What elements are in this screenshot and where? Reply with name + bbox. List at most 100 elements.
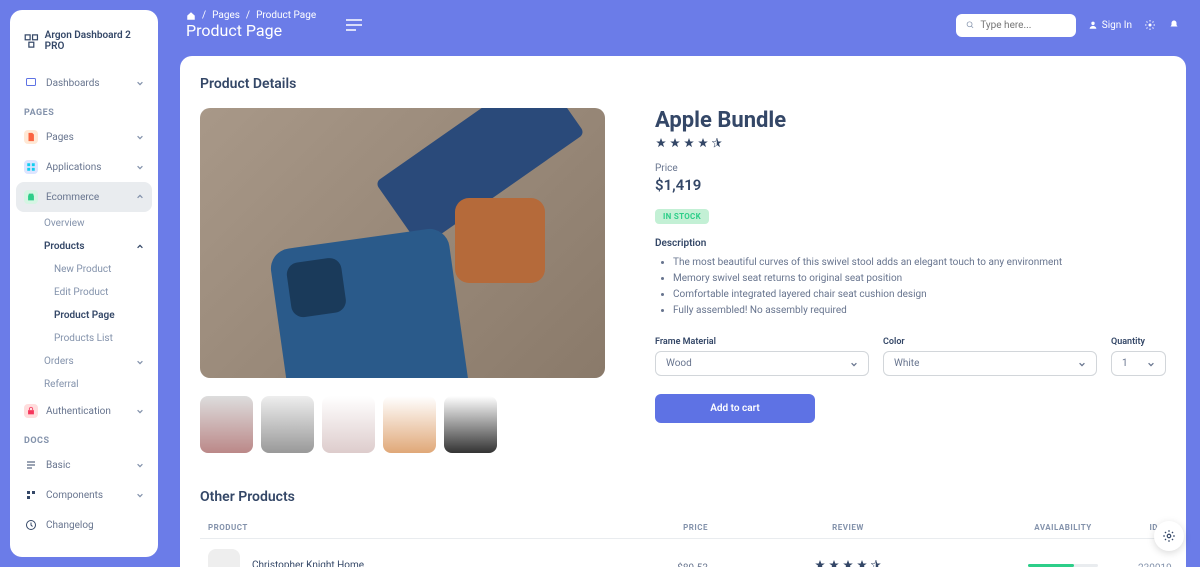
sidebar-sub-referral[interactable]: Referral: [10, 373, 158, 396]
star-icon: [655, 137, 667, 149]
sidebar-item-label: Dashboards: [46, 78, 100, 89]
qty-select[interactable]: 1: [1111, 351, 1166, 376]
sidebar-item-authentication[interactable]: Authentication: [10, 396, 158, 426]
thumb-3[interactable]: [322, 396, 375, 453]
sidebar-sub-orders[interactable]: Orders: [10, 350, 158, 373]
search-input[interactable]: [980, 20, 1065, 31]
star-half-icon: [711, 137, 723, 149]
bell-icon[interactable]: [1168, 19, 1180, 31]
desc-item: The most beautiful curves of this swivel…: [673, 255, 1166, 271]
nav-section-docs: DOCS: [10, 426, 158, 450]
product-name: Apple Bundle: [655, 108, 1166, 133]
th-product: PRODUCT: [208, 523, 618, 532]
frame-material-group: Frame Material Wood: [655, 337, 869, 376]
product-main-image[interactable]: [200, 108, 605, 378]
sidebar-item-dashboards[interactable]: Dashboards: [10, 68, 158, 98]
sidebar-sub-edit-product[interactable]: Edit Product: [10, 281, 158, 304]
sidebar: Argon Dashboard 2 PRO Dashboards PAGES P…: [10, 10, 158, 557]
breadcrumb-group[interactable]: Pages: [212, 10, 240, 21]
main: / Pages / Product Page Product Page Sign…: [166, 0, 1200, 567]
chevron-down-icon: [136, 163, 144, 171]
sidebar-item-label: Components: [46, 490, 103, 501]
settings-fab[interactable]: [1154, 521, 1184, 551]
star-icon: [683, 137, 695, 149]
sidebar-sub-products-list[interactable]: Products List: [10, 327, 158, 350]
row-product-image: [208, 549, 240, 567]
thumb-1[interactable]: [200, 396, 253, 453]
product-rating: [655, 137, 1166, 149]
product-gallery: [200, 108, 605, 453]
frame-label: Frame Material: [655, 337, 869, 347]
desc-item: Comfortable integrated layered chair sea…: [673, 287, 1166, 303]
components-icon: [24, 488, 38, 502]
breadcrumb-current: Product Page: [256, 10, 316, 21]
sidebar-sub-overview[interactable]: Overview: [10, 212, 158, 235]
table-row[interactable]: Christopher Knight Home $89.53 230019: [200, 539, 1166, 567]
color-label: Color: [883, 337, 1097, 347]
sidebar-item-changelog[interactable]: Changelog: [10, 510, 158, 540]
row-product-name: Christopher Knight Home: [252, 560, 364, 567]
product-info: Apple Bundle Price $1,419 IN STOCK Descr…: [655, 108, 1166, 453]
star-icon: [856, 559, 868, 567]
th-price: PRICE: [618, 523, 708, 532]
sidebar-item-label: Changelog: [46, 520, 94, 531]
sidebar-item-pages[interactable]: Pages: [10, 122, 158, 152]
page-title: Product Page: [186, 21, 282, 40]
sidebar-sub-products[interactable]: Products: [10, 235, 158, 258]
sidebar-item-ecommerce[interactable]: Ecommerce: [16, 182, 152, 212]
breadcrumb-block: / Pages / Product Page Product Page: [186, 10, 316, 40]
star-icon: [669, 137, 681, 149]
thumb-4[interactable]: [383, 396, 436, 453]
price-label: Price: [655, 163, 1166, 174]
basic-icon: [24, 458, 38, 472]
ecommerce-icon: [24, 190, 38, 204]
sidebar-sub-new-product[interactable]: New Product: [10, 258, 158, 281]
star-half-icon: [870, 559, 882, 567]
chevron-down-icon: [136, 491, 144, 499]
nav-section-pages: PAGES: [10, 98, 158, 122]
chevron-down-icon: [136, 407, 144, 415]
quantity-group: Quantity 1: [1111, 337, 1166, 376]
chevron-down-icon: [1078, 360, 1086, 368]
chevron-down-icon: [136, 358, 144, 366]
sidebar-item-label: Ecommerce: [46, 192, 99, 203]
sidebar-item-label: Pages: [46, 132, 74, 143]
stock-badge: IN STOCK: [655, 209, 709, 224]
thumb-2[interactable]: [261, 396, 314, 453]
color-select[interactable]: White: [883, 351, 1097, 376]
sidebar-item-label: Basic: [46, 460, 71, 471]
other-products-title: Other Products: [200, 489, 1166, 505]
logo-text: Argon Dashboard 2 PRO: [45, 30, 144, 52]
chevron-down-icon: [136, 133, 144, 141]
color-group: Color White: [883, 337, 1097, 376]
logo[interactable]: Argon Dashboard 2 PRO: [10, 22, 158, 68]
gear-icon[interactable]: [1144, 19, 1156, 31]
sidebar-item-applications[interactable]: Applications: [10, 152, 158, 182]
hamburger-icon: [346, 19, 362, 31]
signin-link[interactable]: Sign In: [1088, 20, 1132, 31]
breadcrumb: / Pages / Product Page: [186, 10, 316, 21]
sidebar-toggle[interactable]: [346, 16, 362, 35]
th-review: REVIEW: [708, 523, 988, 532]
home-icon[interactable]: [186, 11, 196, 21]
applications-icon: [24, 160, 38, 174]
sidebar-item-label: Authentication: [46, 406, 111, 417]
chevron-down-icon: [136, 79, 144, 87]
frame-select[interactable]: Wood: [655, 351, 869, 376]
thumb-5[interactable]: [444, 396, 497, 453]
price-value: $1,419: [655, 176, 1166, 194]
sidebar-sub-product-page[interactable]: Product Page: [10, 304, 158, 327]
star-icon: [828, 559, 840, 567]
dashboards-icon: [24, 76, 38, 90]
star-icon: [814, 559, 826, 567]
chevron-up-icon: [136, 243, 144, 251]
add-to-cart-button[interactable]: Add to cart: [655, 394, 815, 423]
chevron-down-icon: [136, 461, 144, 469]
sidebar-item-basic[interactable]: Basic: [10, 450, 158, 480]
changelog-icon: [24, 518, 38, 532]
search-box[interactable]: [956, 14, 1076, 37]
pages-icon: [24, 130, 38, 144]
th-availability: AVAILABILITY: [988, 523, 1138, 532]
qty-label: Quantity: [1111, 337, 1166, 347]
sidebar-item-components[interactable]: Components: [10, 480, 158, 510]
